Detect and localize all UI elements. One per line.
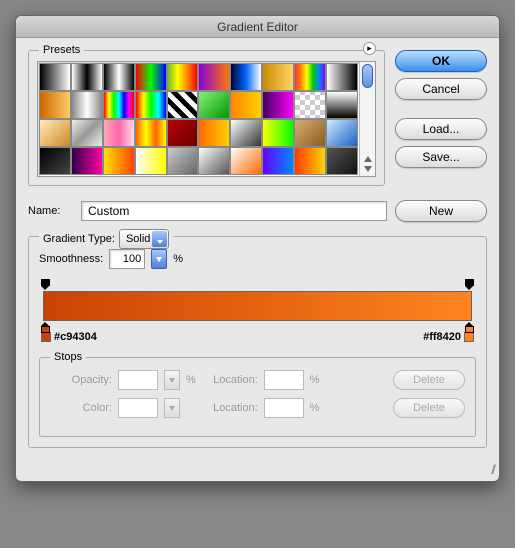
preset-swatch[interactable] xyxy=(326,91,358,119)
presets-grid xyxy=(38,62,359,176)
preset-swatch[interactable] xyxy=(230,147,262,175)
preset-swatch[interactable] xyxy=(294,63,326,91)
preset-swatch[interactable] xyxy=(198,63,230,91)
opacity-stop-right[interactable] xyxy=(465,279,474,290)
preset-swatch[interactable] xyxy=(262,119,294,147)
stop-left-chip-icon xyxy=(41,332,51,342)
preset-swatch[interactable] xyxy=(230,63,262,91)
gradient-type-select[interactable]: Solid xyxy=(119,229,169,249)
color-location-label: Location: xyxy=(202,402,258,414)
scroll-up-icon[interactable] xyxy=(364,156,372,162)
preset-swatch[interactable] xyxy=(198,91,230,119)
color-stop-left[interactable] xyxy=(41,322,50,333)
preset-swatch[interactable] xyxy=(167,91,199,119)
preset-swatch[interactable] xyxy=(198,147,230,175)
titlebar[interactable]: Gradient Editor xyxy=(16,16,499,38)
color-stop-right-chip xyxy=(465,326,474,333)
stops-legend: Stops xyxy=(50,351,86,363)
cancel-button[interactable]: Cancel xyxy=(395,78,487,100)
gradient-preview xyxy=(39,279,476,333)
preset-swatch[interactable] xyxy=(198,119,230,147)
stops-panel: Stops Opacity: % Location: % Delete Colo… xyxy=(39,357,476,437)
preset-swatch[interactable] xyxy=(326,63,358,91)
opacity-location-input xyxy=(264,370,304,390)
preset-swatch[interactable] xyxy=(262,91,294,119)
preset-swatch[interactable] xyxy=(230,91,262,119)
preset-swatch[interactable] xyxy=(103,147,135,175)
gradient-bar[interactable] xyxy=(43,291,472,321)
opacity-delete-button: Delete xyxy=(393,370,465,390)
gradient-editor-window: Gradient Editor Presets ▸ OK Cancel xyxy=(15,15,500,482)
preset-swatch[interactable] xyxy=(294,147,326,175)
preset-swatch[interactable] xyxy=(167,147,199,175)
preset-swatch[interactable] xyxy=(39,63,71,91)
presets-menu-icon[interactable]: ▸ xyxy=(363,42,376,55)
color-delete-button: Delete xyxy=(393,398,465,418)
scroll-down-icon[interactable] xyxy=(364,166,372,172)
smoothness-label: Smoothness: xyxy=(39,253,103,265)
smoothness-dropdown-icon[interactable] xyxy=(151,249,167,269)
window-title: Gradient Editor xyxy=(217,20,298,34)
stop-right-chip-icon xyxy=(464,332,474,342)
preset-swatch[interactable] xyxy=(135,63,167,91)
preset-swatch[interactable] xyxy=(167,119,199,147)
color-dropdown-icon xyxy=(164,398,180,418)
save-button[interactable]: Save... xyxy=(395,146,487,168)
preset-swatch[interactable] xyxy=(103,63,135,91)
name-input[interactable] xyxy=(81,201,387,221)
preset-swatch[interactable] xyxy=(326,147,358,175)
color-stop-right[interactable] xyxy=(465,322,474,333)
preset-swatch[interactable] xyxy=(103,91,135,119)
presets-legend: Presets xyxy=(39,44,84,56)
preset-swatch[interactable] xyxy=(167,63,199,91)
preset-swatch[interactable] xyxy=(39,147,71,175)
preset-swatch[interactable] xyxy=(71,119,103,147)
preset-swatch[interactable] xyxy=(262,147,294,175)
color-label: Color: xyxy=(50,402,112,414)
smoothness-input[interactable] xyxy=(109,249,145,269)
resize-grip-icon[interactable]: /// xyxy=(16,460,499,481)
preset-swatch[interactable] xyxy=(294,119,326,147)
preset-swatch[interactable] xyxy=(230,119,262,147)
preset-swatch[interactable] xyxy=(294,91,326,119)
opacity-label: Opacity: xyxy=(50,374,112,386)
name-label: Name: xyxy=(28,205,73,217)
preset-swatch[interactable] xyxy=(135,91,167,119)
preset-swatch[interactable] xyxy=(326,119,358,147)
preset-swatch[interactable] xyxy=(135,119,167,147)
smoothness-suffix: % xyxy=(173,253,183,265)
gradient-type-label: Gradient Type: xyxy=(43,233,115,245)
opacity-location-label: Location: xyxy=(202,374,258,386)
gradient-type-panel: Gradient Type: Solid Smoothness: % xyxy=(28,236,487,448)
color-location-input xyxy=(264,398,304,418)
preset-swatch[interactable] xyxy=(103,119,135,147)
presets-scrollbar[interactable] xyxy=(359,62,375,176)
new-button[interactable]: New xyxy=(395,200,487,222)
opacity-input xyxy=(118,370,158,390)
preset-swatch[interactable] xyxy=(39,91,71,119)
opacity-dropdown-icon xyxy=(164,370,180,390)
preset-swatch[interactable] xyxy=(135,147,167,175)
preset-swatch[interactable] xyxy=(262,63,294,91)
ok-button[interactable]: OK xyxy=(395,50,487,72)
presets-panel: Presets ▸ xyxy=(28,50,385,186)
load-button[interactable]: Load... xyxy=(395,118,487,140)
preset-swatch[interactable] xyxy=(39,119,71,147)
color-swatch-input xyxy=(118,398,158,418)
preset-swatch[interactable] xyxy=(71,147,103,175)
color-stop-left-chip xyxy=(41,326,50,333)
scroll-thumb[interactable] xyxy=(362,64,373,88)
preset-swatch[interactable] xyxy=(71,63,103,91)
opacity-stop-left[interactable] xyxy=(41,279,50,290)
preset-swatch[interactable] xyxy=(71,91,103,119)
